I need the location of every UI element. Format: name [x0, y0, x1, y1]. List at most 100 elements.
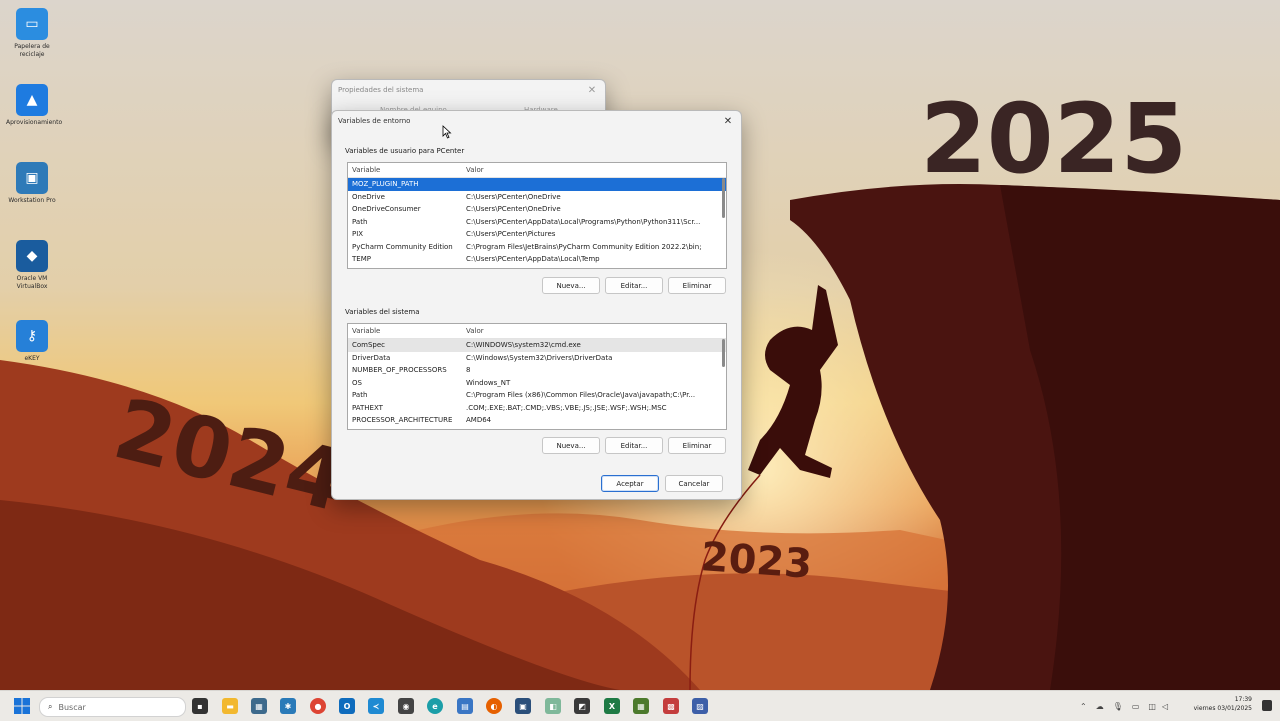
- column-header-variable[interactable]: Variable: [348, 327, 464, 335]
- variable-value: C:\Users\PCenter\OneDrive: [466, 192, 561, 201]
- list-item[interactable]: PATHEXT .COM;.EXE;.BAT;.CMD;.VBS;.VBE;.JS…: [348, 402, 726, 415]
- system-new-button[interactable]: Nueva...: [542, 437, 600, 454]
- variable-name: OneDrive: [352, 192, 385, 201]
- photos-icon[interactable]: ▤: [457, 698, 473, 714]
- variable-name: Path: [352, 217, 368, 226]
- control-panel-icon[interactable]: ▨: [692, 698, 708, 714]
- variable-name: TEMP: [352, 255, 371, 264]
- variable-name: PATHEXT: [352, 403, 383, 412]
- system-tray: ⌃ ☁ 🎙 ▭ ◫ ◁: [1080, 691, 1168, 721]
- list-item[interactable]: Path C:\Program Files (x86)\Common Files\…: [348, 389, 726, 402]
- variable-value: C:\Program Files (x86)\Common Files\Orac…: [466, 391, 696, 400]
- list-item[interactable]: OneDrive C:\Users\PCenter\OneDrive: [348, 191, 726, 204]
- search-box[interactable]: ⌕ Buscar: [39, 697, 186, 717]
- list-item[interactable]: OS Windows_NT: [348, 377, 726, 390]
- virtualbox-icon: ◆: [16, 240, 48, 272]
- user-delete-button[interactable]: Eliminar: [668, 277, 726, 294]
- taskbar: ⌕ Buscar ▪ ▬ ▦ ✱ ● O ≺ ◉ e ▤ ◐ ▣ ◧ ◩ X ▦…: [0, 690, 1280, 721]
- app-icon[interactable]: ◧: [545, 698, 561, 714]
- list-item[interactable]: PROCESSOR_ARCHITECTURE AMD64: [348, 414, 726, 427]
- year-2023-text: 2023: [699, 534, 813, 588]
- variable-value: Windows_NT: [466, 378, 511, 387]
- variable-name: PyCharm Community Edition: [352, 242, 453, 251]
- column-header-variable[interactable]: Variable: [348, 166, 464, 174]
- vertical-scrollbar[interactable]: [722, 178, 725, 218]
- column-header-value[interactable]: Valor: [464, 327, 726, 335]
- system-variables-list[interactable]: Variable Valor ComSpec C:\WINDOWS\system3…: [347, 323, 727, 430]
- list-item[interactable]: OneDriveConsumer C:\Users\PCenter\OneDriv…: [348, 203, 726, 216]
- variable-name: MOZ_PLUGIN_PATH: [352, 180, 419, 189]
- file-explorer-icon[interactable]: ▬: [222, 698, 238, 714]
- windows-start-icon[interactable]: [14, 698, 30, 714]
- list-item[interactable]: DriverData C:\Windows\System32\Drivers\Dr…: [348, 352, 726, 365]
- search-icon: ⌕: [48, 702, 53, 711]
- app-icon[interactable]: ▩: [663, 698, 679, 714]
- system-properties-title: Propiedades del sistema: [338, 86, 424, 94]
- user-variables-list[interactable]: Variable Valor MOZ_PLUGIN_PATH OneDrive C…: [347, 162, 727, 269]
- outlook-icon[interactable]: O: [339, 698, 355, 714]
- env-variables-window: Variables de entorno ✕ Variables de usua…: [331, 110, 742, 500]
- desktop-icon-ekey[interactable]: ⚷ eKEY: [6, 320, 58, 363]
- edge-icon[interactable]: e: [427, 698, 443, 714]
- variable-name: OneDriveConsumer: [352, 205, 421, 214]
- app-icon[interactable]: ▦: [633, 698, 649, 714]
- user-variables-label: Variables de usuario para PCenter: [345, 147, 465, 155]
- system-edit-button[interactable]: Editar...: [605, 437, 663, 454]
- variable-name: Path: [352, 391, 368, 400]
- volume-icon[interactable]: ◁: [1162, 702, 1168, 711]
- microphone-icon[interactable]: 🎙: [1113, 702, 1123, 711]
- desktop-icon-virtualbox[interactable]: ◆ Oracle VM VirtualBox: [6, 240, 58, 291]
- chevron-up-icon[interactable]: ⌃: [1080, 702, 1087, 711]
- variable-value: C:\Windows\System32\Drivers\DriverData: [466, 353, 613, 362]
- network-icon[interactable]: ◫: [1148, 702, 1156, 711]
- desktop-icon-label: Oracle VM VirtualBox: [16, 275, 48, 290]
- list-item[interactable]: Path C:\Users\PCenter\AppData\Local\Progr…: [348, 216, 726, 229]
- variable-value: .COM;.EXE;.BAT;.CMD;.VBS;.VBE;.JS;.JSE;.…: [466, 403, 667, 412]
- app-icon[interactable]: ◩: [574, 698, 590, 714]
- accept-button[interactable]: Aceptar: [601, 475, 659, 492]
- list-item[interactable]: MOZ_PLUGIN_PATH: [348, 178, 726, 191]
- app-icon[interactable]: ▣: [515, 698, 531, 714]
- variable-value: C:\Users\PCenter\Pictures: [466, 230, 556, 239]
- display-icon[interactable]: ▭: [1132, 702, 1140, 711]
- desktop-icon-label: eKEY: [24, 355, 40, 362]
- system-properties-titlebar: Propiedades del sistema ✕: [332, 80, 605, 100]
- mouse-cursor-icon: [442, 125, 452, 139]
- notification-icon[interactable]: [1262, 700, 1272, 711]
- user-edit-button[interactable]: Editar...: [605, 277, 663, 294]
- clock[interactable]: 17:39 viernes 03/01/2025: [1194, 695, 1252, 713]
- settings-icon[interactable]: ✱: [280, 698, 296, 714]
- env-variables-title: Variables de entorno: [338, 117, 411, 125]
- list-item[interactable]: TEMP C:\Users\PCenter\AppData\Local\Temp: [348, 253, 726, 266]
- excel-icon[interactable]: X: [604, 698, 620, 714]
- system-delete-button[interactable]: Eliminar: [668, 437, 726, 454]
- list-item[interactable]: PIX C:\Users\PCenter\Pictures: [348, 228, 726, 241]
- user-new-button[interactable]: Nueva...: [542, 277, 600, 294]
- vmware-icon: ▣: [16, 162, 48, 194]
- desktop-icon-aprovisionamiento[interactable]: ▲ Aprovisionamiento: [6, 84, 62, 127]
- chrome-icon[interactable]: ●: [310, 698, 326, 714]
- list-item[interactable]: NUMBER_OF_PROCESSORS 8: [348, 364, 726, 377]
- calculator-icon[interactable]: ▦: [251, 698, 267, 714]
- cancel-button[interactable]: Cancelar: [665, 475, 723, 492]
- list-item[interactable]: ComSpec C:\WINDOWS\system32\cmd.exe: [348, 339, 726, 352]
- clock-date: viernes 03/01/2025: [1193, 705, 1252, 712]
- variable-name: PROCESSOR_ARCHITECTURE: [352, 416, 453, 425]
- desktop-icon-workstation[interactable]: ▣ Workstation Pro: [6, 162, 58, 205]
- desktop-icon-label: Workstation Pro: [8, 197, 56, 204]
- close-icon[interactable]: ✕: [721, 114, 735, 128]
- task-view-icon[interactable]: ▪: [192, 698, 208, 714]
- system-variables-label: Variables del sistema: [345, 308, 420, 316]
- firefox-icon[interactable]: ◐: [486, 698, 502, 714]
- app-icon[interactable]: ◉: [398, 698, 414, 714]
- list-item[interactable]: PyCharm Community Edition C:\Program File…: [348, 241, 726, 254]
- column-header-value[interactable]: Valor: [464, 166, 726, 174]
- vscode-icon[interactable]: ≺: [368, 698, 384, 714]
- close-icon[interactable]: ✕: [585, 83, 599, 97]
- vertical-scrollbar[interactable]: [722, 339, 725, 367]
- clock-time: 17:39: [1234, 696, 1252, 703]
- variable-name: OS: [352, 378, 362, 387]
- desktop-icon-recycle-bin[interactable]: ▭ Papelera de reciclaje: [6, 8, 58, 59]
- env-variables-titlebar: Variables de entorno ✕: [332, 111, 741, 131]
- onedrive-icon[interactable]: ☁: [1096, 702, 1104, 711]
